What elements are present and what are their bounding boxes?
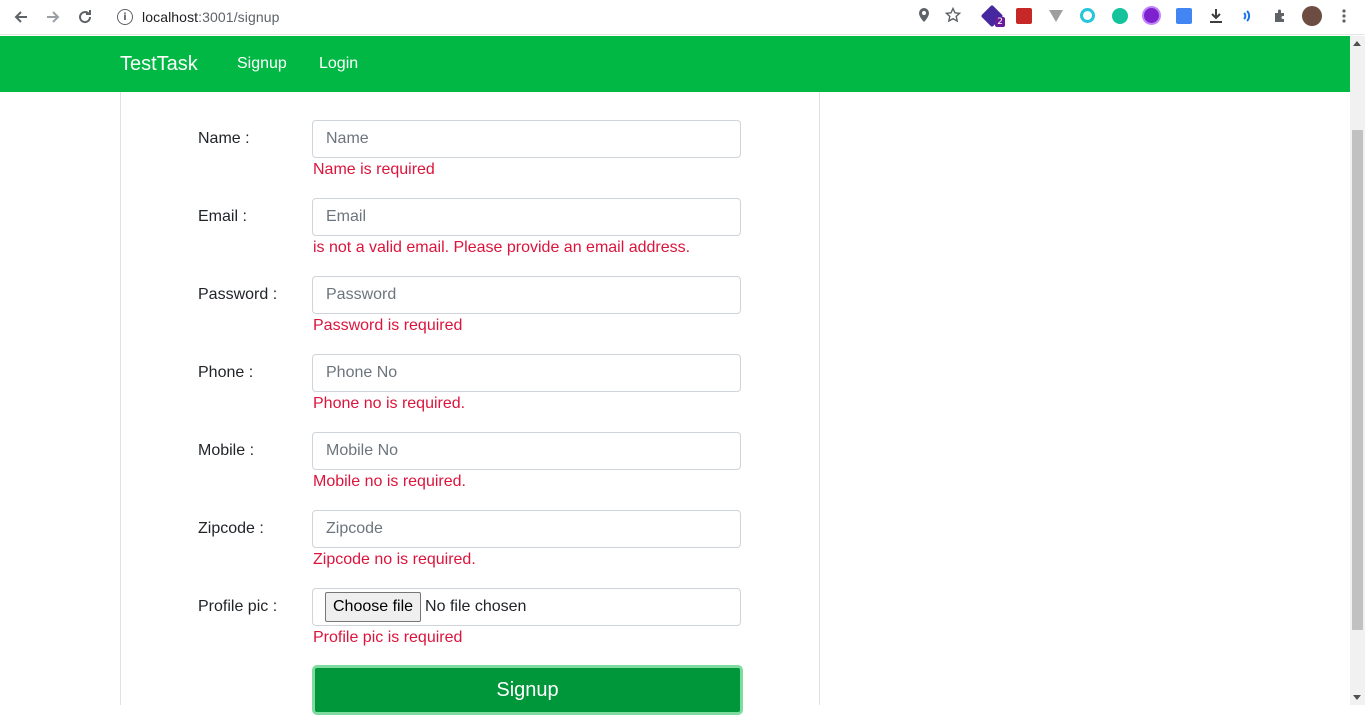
site-info-icon[interactable]: i (117, 9, 133, 25)
signup-form: Name : Name is required Email : is not a… (120, 92, 820, 715)
nav-link-signup[interactable]: Signup (237, 55, 287, 73)
field-label: Name : (198, 130, 250, 147)
email-input[interactable] (312, 198, 741, 236)
url-text[interactable]: localhost:3001/signup (142, 9, 280, 25)
field-label: Email : (198, 208, 247, 225)
menu-kebab-icon[interactable] (1332, 4, 1355, 27)
mobile-input[interactable] (312, 432, 741, 470)
profile-pic-file-input[interactable]: Choose file No file chosen (312, 588, 741, 626)
field-label: Mobile : (198, 442, 255, 459)
ext-vue-icon[interactable] (1044, 4, 1067, 27)
scroll-up-arrow-icon[interactable] (1353, 41, 1361, 46)
error-message: Phone no is required. (313, 395, 466, 412)
page-scrollbar[interactable] (1350, 36, 1365, 705)
reload-icon[interactable] (73, 6, 97, 28)
field-label: Password : (198, 286, 278, 303)
signup-submit-button[interactable]: Signup (312, 665, 743, 715)
profile-avatar[interactable] (1300, 4, 1323, 27)
phone-input[interactable] (312, 354, 741, 392)
download-icon[interactable] (1204, 4, 1227, 27)
puzzle-extensions-icon[interactable] (1268, 4, 1291, 27)
field-label: Zipcode : (198, 520, 264, 537)
cast-wave-icon[interactable] (1236, 4, 1259, 27)
browser-toolbar: i localhost:3001/signup 2 (0, 0, 1365, 35)
error-message: Mobile no is required. (313, 473, 466, 490)
ext-target-icon[interactable] (1076, 4, 1099, 27)
grammarly-icon[interactable] (1108, 4, 1131, 27)
field-label: Phone : (198, 364, 254, 381)
error-message: is not a valid email. Please provide an … (313, 239, 691, 256)
error-message: Zipcode no is required. (313, 551, 476, 568)
ext-purple-gear-icon[interactable] (1140, 4, 1163, 27)
bookmark-star-icon[interactable] (945, 7, 961, 23)
ext-stack-icon[interactable]: 2 (980, 4, 1005, 27)
error-message: Name is required (313, 161, 435, 178)
field-label: Profile pic : (198, 598, 278, 615)
scroll-down-arrow-icon[interactable] (1353, 695, 1361, 700)
back-icon[interactable] (9, 6, 33, 28)
file-status-text: No file chosen (425, 598, 527, 615)
nav-link-login[interactable]: Login (319, 55, 358, 73)
extensions-tray: 2 (980, 4, 1355, 27)
password-input[interactable] (312, 276, 741, 314)
choose-file-button[interactable]: Choose file (325, 592, 422, 622)
address-bar[interactable]: i localhost:3001/signup (107, 3, 969, 31)
error-message: Password is required (313, 317, 463, 334)
translate-icon[interactable] (1172, 4, 1195, 27)
ext-red-icon[interactable] (1012, 4, 1035, 27)
brand-link[interactable]: TestTask (120, 53, 198, 76)
name-input[interactable] (312, 120, 741, 158)
scroll-thumb[interactable] (1352, 130, 1363, 630)
app-navbar: TestTask Signup Login (0, 36, 1350, 92)
forward-icon[interactable] (41, 6, 65, 28)
error-message: Profile pic is required (313, 629, 463, 646)
zipcode-input[interactable] (312, 510, 741, 548)
location-icon[interactable] (917, 7, 931, 23)
